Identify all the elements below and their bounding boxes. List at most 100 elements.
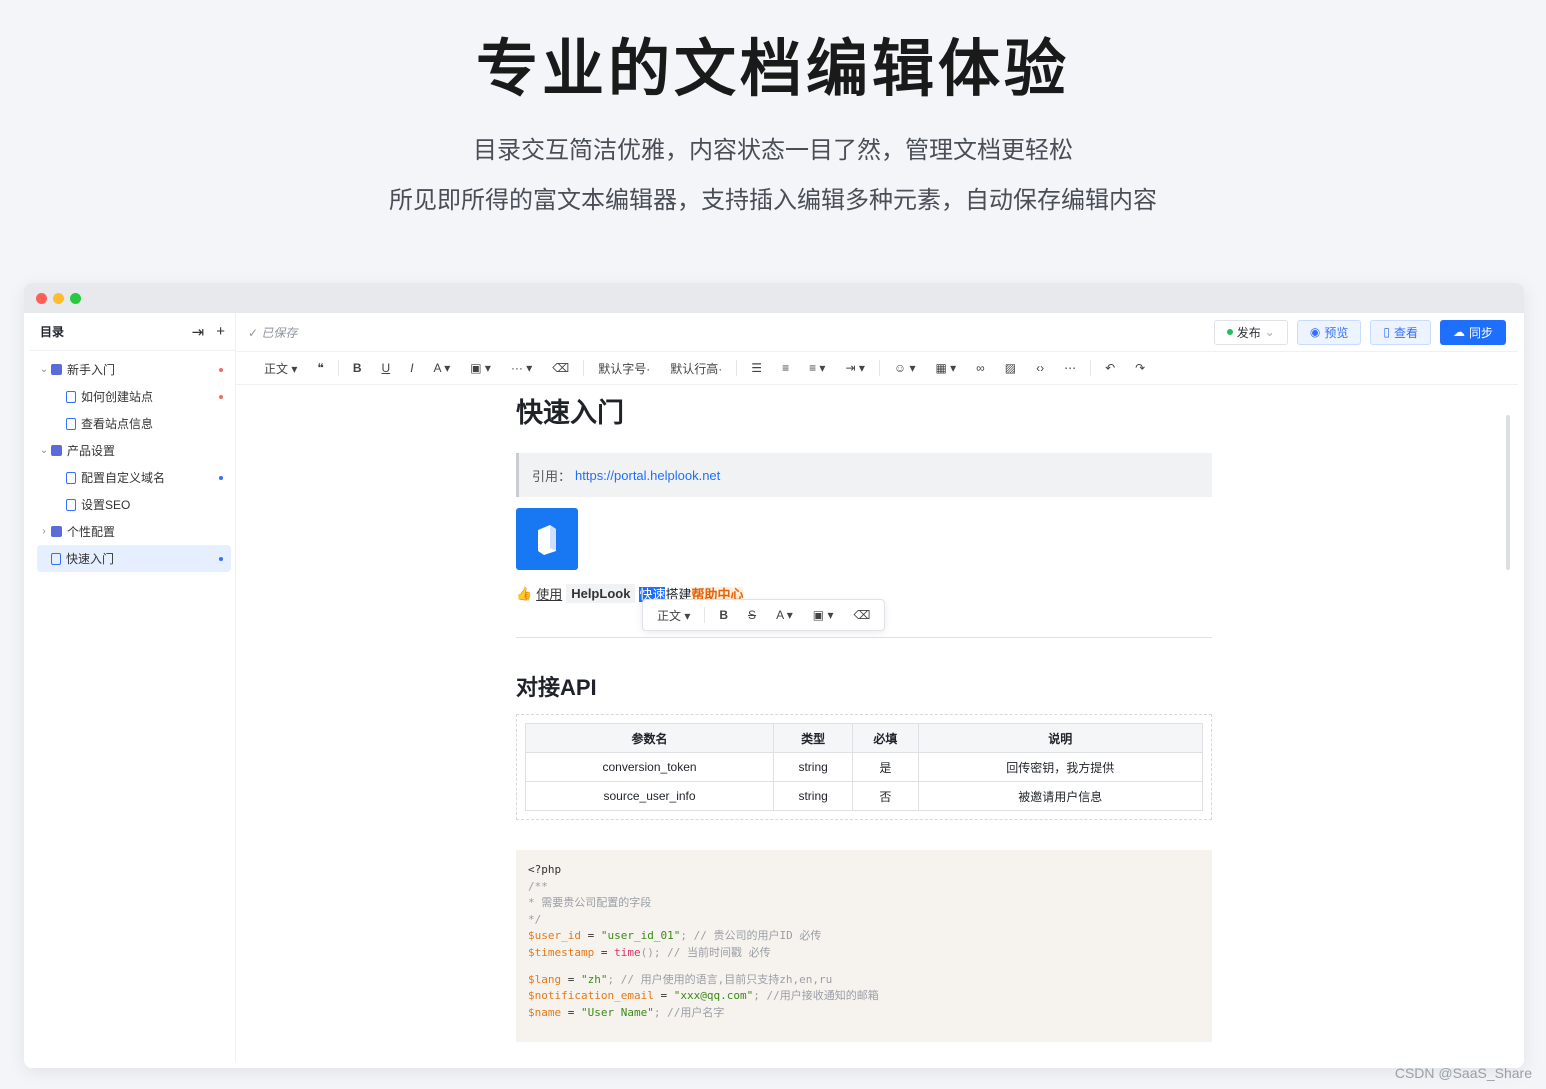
sidebar-item[interactable]: ⌄ 产品设置 — [37, 437, 231, 464]
publish-button[interactable]: 发布 ⌄ — [1213, 319, 1288, 345]
code-line: */ — [528, 912, 542, 926]
quote-block[interactable]: 引用： https://portal.helplook.net — [516, 453, 1212, 497]
line-height-select[interactable]: 默认行高· — [660, 360, 732, 377]
chevron-icon[interactable]: ⌄ — [37, 445, 51, 456]
sidebar-item-label: 个性配置 — [67, 525, 116, 539]
float-eraser-icon[interactable]: ⌫ — [843, 608, 880, 622]
table-header-cell[interactable]: 说明 — [917, 723, 1203, 753]
document-content[interactable]: 快速入门 引用： https://portal.helplook.net 👍 使… — [516, 385, 1212, 1042]
helplook-logo-image[interactable] — [516, 508, 578, 570]
sidebar: 目录 ⇥ + ⌄ 新手入门如何创建站点查看站点信息 ⌄ 产品设置配置自定义域名设置SE… — [30, 313, 236, 1062]
chevron-down-icon: ⌄ — [1264, 325, 1275, 339]
plus-icon[interactable]: + — [216, 323, 225, 341]
sidebar-item-label: 产品设置 — [67, 444, 116, 458]
chevron-icon[interactable]: ⌄ — [37, 364, 51, 375]
table-cell[interactable]: 否 — [852, 781, 919, 811]
doc-title[interactable]: 快速入门 — [516, 391, 1212, 430]
font-color-icon[interactable]: A ▾ — [424, 361, 461, 375]
sync-button[interactable]: ☁ 同步 — [1439, 319, 1506, 345]
scrollbar[interactable] — [1506, 415, 1510, 570]
underline-icon[interactable]: U — [372, 361, 401, 375]
paragraph-select[interactable]: 正文 ▾ — [254, 360, 307, 377]
hero-subtitle-1: 目录交互简洁优雅，内容状态一目了然，管理文档更轻松 — [473, 137, 1073, 164]
sidebar-item[interactable]: 查看站点信息 — [37, 410, 231, 437]
table-header-cell[interactable]: 必填 — [852, 723, 919, 753]
italic-icon[interactable]: I — [400, 361, 423, 375]
sidebar-item[interactable]: 配置自定义域名 — [37, 464, 231, 491]
eye-icon: ◉ — [1309, 325, 1321, 339]
float-font-color-icon[interactable]: A ▾ — [766, 608, 803, 622]
sidebar-item[interactable]: 快速入门 — [37, 545, 231, 572]
sidebar-item-label: 快速入门 — [66, 552, 115, 566]
document-icon — [66, 390, 76, 403]
code-line: $name = "User Name"; //用户名字 — [528, 1005, 725, 1019]
watermark: CSDN @SaaS_Share — [1394, 1065, 1532, 1081]
table-header-cell[interactable]: 参数名 — [524, 723, 775, 753]
bullet-list-icon[interactable]: ☰ — [741, 361, 772, 375]
undo-icon[interactable]: ↶ — [1095, 361, 1125, 375]
minimize-dot[interactable] — [53, 292, 64, 304]
table-cell[interactable]: 被邀请用户信息 — [917, 781, 1203, 811]
status-dot-icon — [219, 367, 223, 372]
table-header-cell[interactable]: 类型 — [773, 723, 854, 753]
link-icon[interactable]: ∞ — [966, 361, 995, 375]
float-bg-color-icon[interactable]: ▣ ▾ — [803, 608, 844, 622]
code-line: $user_id = "user_id_01"; // 贵公司的用户ID 必传 — [528, 929, 822, 943]
quote-link[interactable]: https://portal.helplook.net — [575, 468, 720, 483]
api-table[interactable]: 参数名 类型 必填 说明 conversion_token string 是回传密钥，我方… — [524, 723, 1203, 811]
preview-button[interactable]: ◉ 预览 — [1296, 319, 1362, 345]
inline-code: HelpLook — [566, 584, 636, 603]
sidebar-item-label: 如何创建站点 — [81, 390, 154, 404]
maximize-dot[interactable] — [70, 292, 81, 304]
float-bold-icon[interactable]: B — [709, 608, 738, 622]
ordered-list-icon[interactable]: ≡ — [772, 361, 799, 375]
redo-icon[interactable]: ↷ — [1125, 361, 1155, 375]
code-line: * 需要贵公司配置的字段 — [528, 896, 652, 910]
eraser-icon[interactable]: ⌫ — [542, 361, 579, 375]
section-heading[interactable]: 对接API — [516, 670, 1212, 702]
float-strike-icon[interactable]: S — [738, 608, 766, 622]
align-icon[interactable]: ≡ ▾ — [799, 361, 835, 375]
sidebar-item[interactable]: › 个性配置 — [37, 518, 231, 545]
sidebar-title: 目录 — [40, 325, 65, 339]
hero-subtitle-2: 所见即所得的富文本编辑器，支持插入编辑多种元素，自动保存编辑内容 — [389, 187, 1157, 214]
window-titlebar — [24, 283, 1524, 313]
code-line: $notification_email = "xxx@qq.com"; //用户… — [528, 989, 879, 1003]
close-dot[interactable] — [36, 292, 47, 304]
api-table-wrap[interactable]: 参数名 类型 必填 说明 conversion_token string 是回传密钥，我方… — [516, 714, 1212, 820]
bg-color-icon[interactable]: ▣ ▾ — [460, 361, 501, 375]
table-cell[interactable]: 回传密钥，我方提供 — [917, 752, 1203, 782]
table-row[interactable]: conversion_token string 是回传密钥，我方提供 — [524, 752, 1203, 782]
sidebar-item[interactable]: 如何创建站点 — [37, 383, 231, 410]
quote-icon[interactable]: ❝ — [307, 361, 333, 375]
cloud-icon: ☁ — [1452, 325, 1465, 339]
chevron-icon[interactable]: › — [37, 526, 51, 537]
document-icon — [66, 498, 76, 511]
sidebar-item-label: 配置自定义域名 — [81, 471, 166, 485]
table-row[interactable]: source_user_info string 否被邀请用户信息 — [524, 781, 1203, 811]
quote-label: 引用： — [532, 468, 572, 484]
code-block[interactable]: <?php /** * 需要贵公司配置的字段 */ $user_id = "us… — [516, 850, 1212, 1042]
table-icon[interactable]: ▦ ▾ — [925, 361, 966, 375]
float-paragraph-select[interactable]: 正文 ▾ — [647, 607, 700, 624]
bold-icon[interactable]: B — [343, 361, 372, 375]
document-icon — [66, 471, 76, 484]
sidebar-item[interactable]: ⌄ 新手入门 — [37, 356, 231, 383]
table-cell[interactable]: source_user_info — [524, 781, 775, 811]
table-cell[interactable]: string — [773, 752, 854, 782]
collapse-icon[interactable]: ⇥ — [192, 323, 205, 341]
indent-icon[interactable]: ⇥ ▾ — [835, 361, 874, 375]
image-icon[interactable]: ▨ — [995, 361, 1026, 375]
font-size-select[interactable]: 默认字号· — [588, 360, 660, 377]
table-cell[interactable]: conversion_token — [524, 752, 775, 782]
code-icon[interactable]: ‹› — [1026, 361, 1054, 375]
sidebar-item[interactable]: 设置SEO — [37, 491, 231, 518]
book-icon — [51, 526, 62, 537]
view-button[interactable]: ▯ 查看 — [1370, 319, 1431, 345]
emoji-icon[interactable]: ☺ ▾ — [884, 361, 926, 375]
table-cell[interactable]: string — [773, 781, 854, 811]
document-icon — [66, 417, 76, 430]
table-cell[interactable]: 是 — [852, 752, 919, 782]
more-icon[interactable]: ··· ▾ — [501, 361, 542, 375]
divider-icon[interactable]: ⋯ — [1054, 361, 1086, 375]
